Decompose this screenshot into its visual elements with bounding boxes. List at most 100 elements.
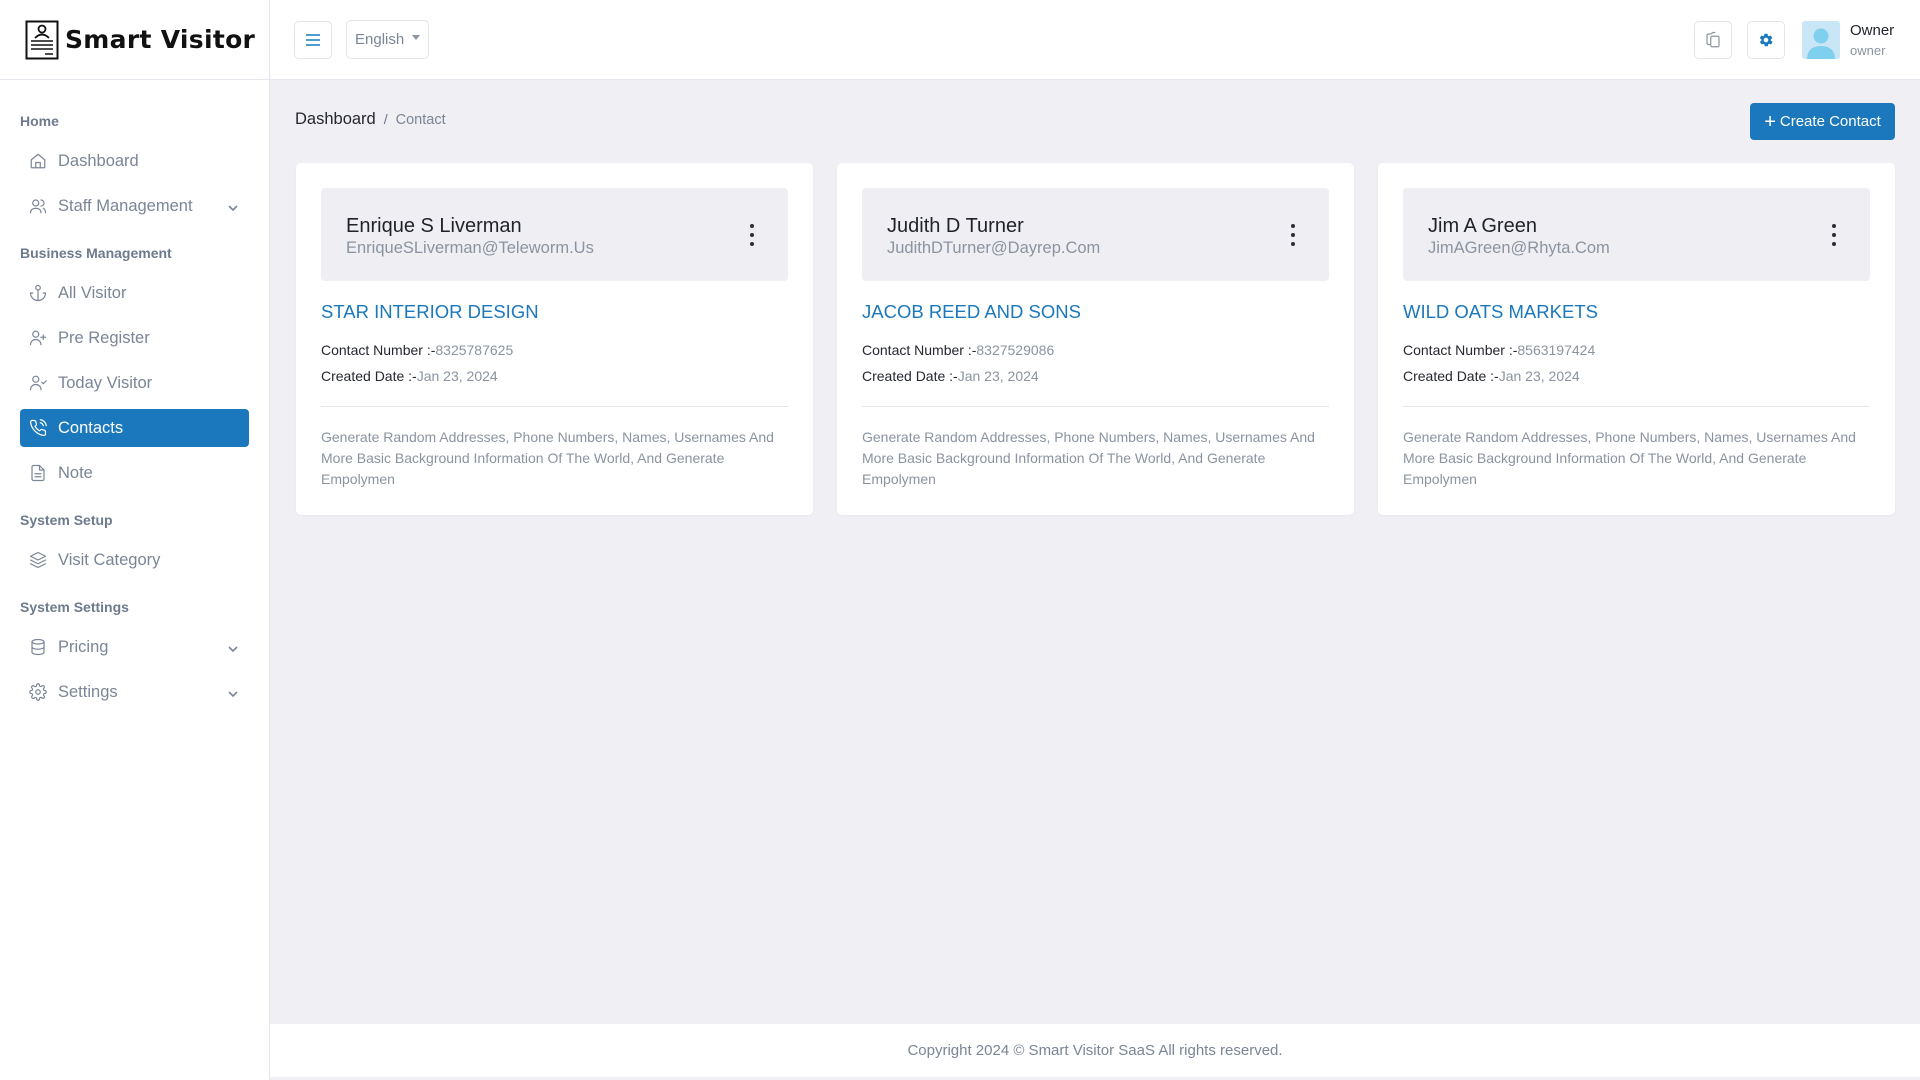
created-date-row: Created Date :-Jan 23, 2024 — [321, 363, 788, 389]
sidebar-item-pricing[interactable]: Pricing — [20, 628, 249, 666]
topbar-right: Owner owner — [1694, 0, 1920, 80]
sidebar-item-label: Visit Category — [58, 550, 161, 569]
contact-name: Judith D Turner — [887, 215, 1024, 237]
created-date-label: Created Date :- — [321, 368, 417, 384]
visitor-badge-icon — [25, 20, 59, 59]
contact-card-list: Enrique S Liverman EnriqueSLiverman@Tele… — [296, 163, 1895, 515]
sidebar-item-visit-category[interactable]: Visit Category — [20, 541, 249, 579]
contact-info: Contact Number :-8563197424 Created Date… — [1403, 337, 1870, 389]
logo[interactable]: Smart Visitor — [0, 0, 269, 80]
sidebar-item-dashboard[interactable]: Dashboard — [20, 142, 249, 180]
sidebar-item-staff-management[interactable]: Staff Management — [20, 187, 249, 225]
user-plus-icon — [28, 328, 48, 348]
home-icon — [28, 151, 48, 171]
avatar[interactable] — [1802, 21, 1840, 59]
contact-number-value: 8563197424 — [1517, 342, 1596, 358]
contact-email: JudithDTurner@Dayrep.Com — [887, 239, 1101, 257]
sidebar-nav: Home Dashboard Staff Management Business… — [0, 80, 269, 711]
hamburger-icon — [306, 33, 320, 46]
sidebar-item-pre-register[interactable]: Pre Register — [20, 319, 249, 357]
user-role: owner — [1850, 43, 1886, 58]
layers-icon — [28, 550, 48, 570]
copy-icon — [1706, 31, 1720, 48]
contact-number-label: Contact Number :- — [862, 342, 977, 358]
contact-card: Jim A Green JimAGreen@Rhyta.Com WILD OAT… — [1378, 163, 1895, 515]
user-avatar-icon — [1802, 21, 1840, 59]
sidebar-item-today-visitor[interactable]: Today Visitor — [20, 364, 249, 402]
created-date-label: Created Date :- — [862, 368, 958, 384]
phone-call-icon — [28, 418, 48, 438]
create-contact-button[interactable]: + Create Contact — [1750, 103, 1895, 140]
contact-number-row: Contact Number :-8563197424 — [1403, 337, 1870, 363]
chevron-down-icon — [227, 641, 239, 653]
contact-card: Enrique S Liverman EnriqueSLiverman@Tele… — [296, 163, 813, 515]
sidebar-item-label: Staff Management — [58, 196, 193, 215]
created-date-value: Jan 23, 2024 — [416, 368, 498, 384]
users-icon — [28, 196, 48, 216]
sidebar-item-label: Contacts — [58, 418, 124, 437]
card-divider — [862, 406, 1329, 407]
sidebar-item-label: Note — [58, 463, 93, 482]
contact-email: EnriqueSLiverman@Teleworm.Us — [346, 239, 594, 257]
sidebar-toggle-button[interactable] — [294, 20, 332, 59]
created-date-row: Created Date :-Jan 23, 2024 — [862, 363, 1329, 389]
sidebar-item-all-visitor[interactable]: All Visitor — [20, 274, 249, 312]
nav-heading-system-settings: System Settings — [20, 599, 129, 615]
breadcrumb: Dashboard / Contact — [295, 110, 446, 129]
sidebar-item-note[interactable]: Note — [20, 454, 249, 492]
gear-icon — [1760, 33, 1773, 47]
contact-info: Contact Number :-8325787625 Created Date… — [321, 337, 788, 389]
sidebar-item-label: Pricing — [58, 637, 109, 656]
sidebar-item-label: All Visitor — [58, 283, 127, 302]
contact-name: Jim A Green — [1428, 215, 1537, 237]
language-value: English — [355, 31, 405, 48]
user-name: Owner — [1850, 22, 1895, 39]
anchor-icon — [28, 283, 48, 303]
copy-button[interactable] — [1694, 21, 1732, 59]
created-date-value: Jan 23, 2024 — [957, 368, 1039, 384]
app-name: Smart Visitor — [65, 25, 256, 54]
more-options-icon[interactable] — [1287, 224, 1299, 246]
card-divider — [321, 406, 788, 407]
contact-email: JimAGreen@Rhyta.Com — [1428, 239, 1610, 257]
chevron-down-icon — [227, 200, 239, 212]
contact-description: Generate Random Addresses, Phone Numbers… — [862, 429, 1315, 487]
contact-number-label: Contact Number :- — [1403, 342, 1518, 358]
contact-number-label: Contact Number :- — [321, 342, 436, 358]
contact-card-header: Enrique S Liverman EnriqueSLiverman@Tele… — [321, 188, 788, 281]
contact-number-value: 8327529086 — [976, 342, 1055, 358]
contact-company: WILD OATS MARKETS — [1403, 301, 1598, 322]
more-options-icon[interactable] — [1828, 224, 1840, 246]
sidebar: Smart Visitor Home Dashboard Staff Manag… — [0, 0, 270, 1080]
nav-heading-home: Home — [20, 113, 59, 129]
language-select[interactable]: English — [346, 20, 429, 59]
created-date-row: Created Date :-Jan 23, 2024 — [1403, 363, 1870, 389]
breadcrumb-current: Contact — [395, 112, 446, 128]
create-contact-label: Create Contact — [1779, 113, 1881, 130]
nav-heading-business-management: Business Management — [20, 245, 172, 261]
created-date-label: Created Date :- — [1403, 368, 1499, 384]
contact-number-row: Contact Number :-8325787625 — [321, 337, 788, 363]
contact-card: Judith D Turner JudithDTurner@Dayrep.Com… — [837, 163, 1354, 515]
sidebar-item-label: Dashboard — [58, 151, 139, 170]
sidebar-item-contacts[interactable]: Contacts — [20, 409, 249, 447]
contact-number-value: 8325787625 — [435, 342, 514, 358]
sidebar-item-label: Settings — [58, 682, 118, 701]
footer: Copyright 2024 © Smart Visitor SaaS All … — [270, 1024, 1920, 1077]
contact-info: Contact Number :-8327529086 Created Date… — [862, 337, 1329, 389]
chevron-down-icon — [227, 686, 239, 698]
card-divider — [1403, 406, 1870, 407]
sidebar-item-label: Today Visitor — [58, 373, 153, 392]
plus-icon: + — [1764, 110, 1776, 133]
settings-icon — [28, 682, 48, 702]
more-options-icon[interactable] — [746, 224, 758, 246]
breadcrumb-dashboard-link[interactable]: Dashboard — [295, 110, 376, 129]
sidebar-item-label: Pre Register — [58, 328, 150, 347]
topbar: English Owner owner — [270, 0, 1920, 80]
contact-card-header: Judith D Turner JudithDTurner@Dayrep.Com — [862, 188, 1329, 281]
database-icon — [28, 637, 48, 657]
sidebar-item-settings[interactable]: Settings — [20, 673, 249, 711]
settings-button[interactable] — [1747, 21, 1785, 59]
user-info[interactable]: Owner owner — [1850, 22, 1902, 58]
copyright-text: Copyright 2024 © Smart Visitor SaaS All … — [907, 1042, 1283, 1059]
